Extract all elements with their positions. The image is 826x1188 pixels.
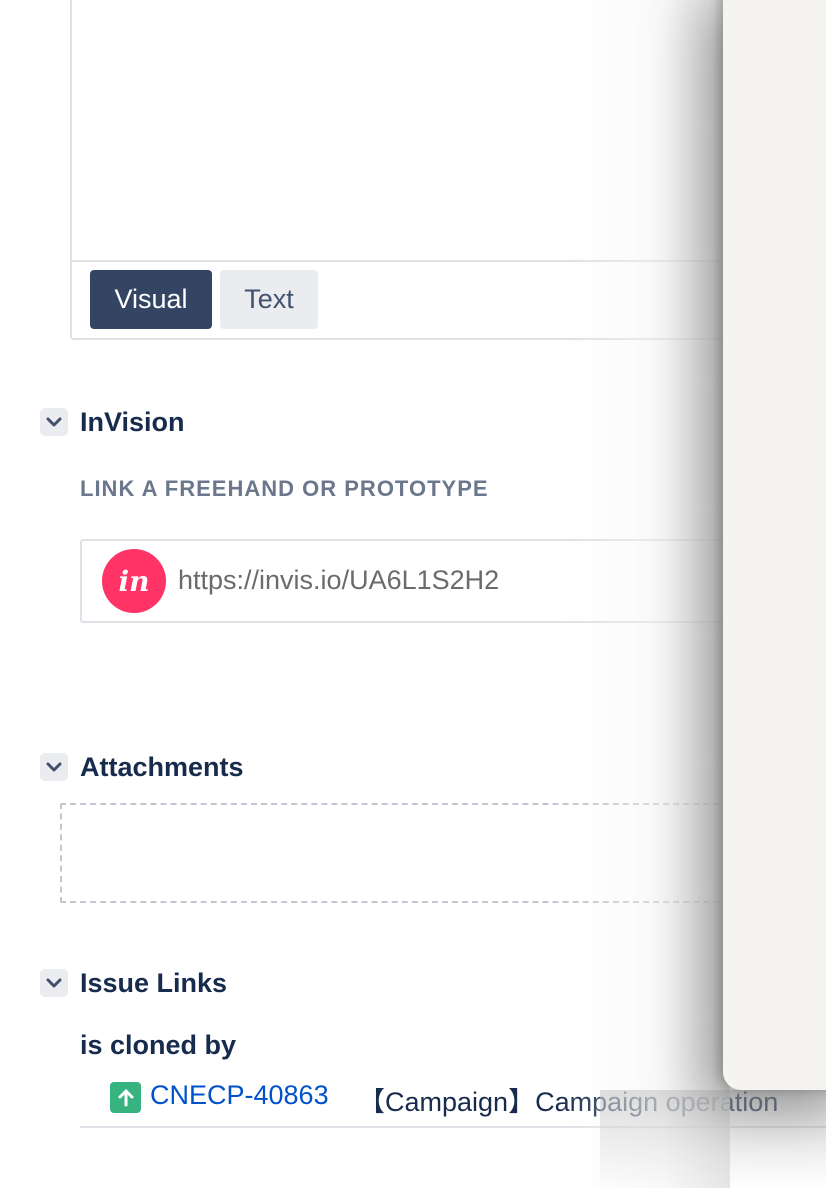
chevron-down-icon: [46, 762, 62, 772]
attachments-collapse-toggle[interactable]: [40, 753, 68, 781]
attachments-section-title: Attachments: [80, 752, 244, 782]
editor-divider: [70, 260, 826, 262]
invision-collapse-toggle[interactable]: [40, 408, 68, 436]
issue-links-collapse-toggle[interactable]: [40, 969, 68, 997]
text-mode-button[interactable]: Text: [220, 270, 318, 329]
link-relation-label: is cloned by: [80, 1030, 237, 1060]
issue-detail-page: Visual Text InVision LINK A FREEHAND OR …: [0, 0, 826, 1188]
invision-logo-icon: in: [102, 549, 166, 613]
linked-issue-key[interactable]: CNECP-40863: [150, 1080, 329, 1111]
story-arrow-up-icon: [110, 1082, 141, 1113]
invision-subheading: LINK A FREEHAND OR PROTOTYPE: [80, 476, 489, 501]
chevron-down-icon: [46, 978, 62, 988]
issue-links-section-title: Issue Links: [80, 968, 228, 998]
invision-link-url[interactable]: https://invis.io/UA6L1S2H2: [178, 565, 499, 596]
invision-section-title: InVision: [80, 407, 185, 437]
chevron-down-icon: [46, 417, 62, 427]
visual-mode-button[interactable]: Visual: [90, 270, 212, 329]
overlay-side-panel[interactable]: [723, 0, 826, 1090]
attachments-drop-zone[interactable]: [60, 803, 826, 903]
linked-issue-summary[interactable]: 【Campaign】Campaign operation: [358, 1080, 778, 1119]
